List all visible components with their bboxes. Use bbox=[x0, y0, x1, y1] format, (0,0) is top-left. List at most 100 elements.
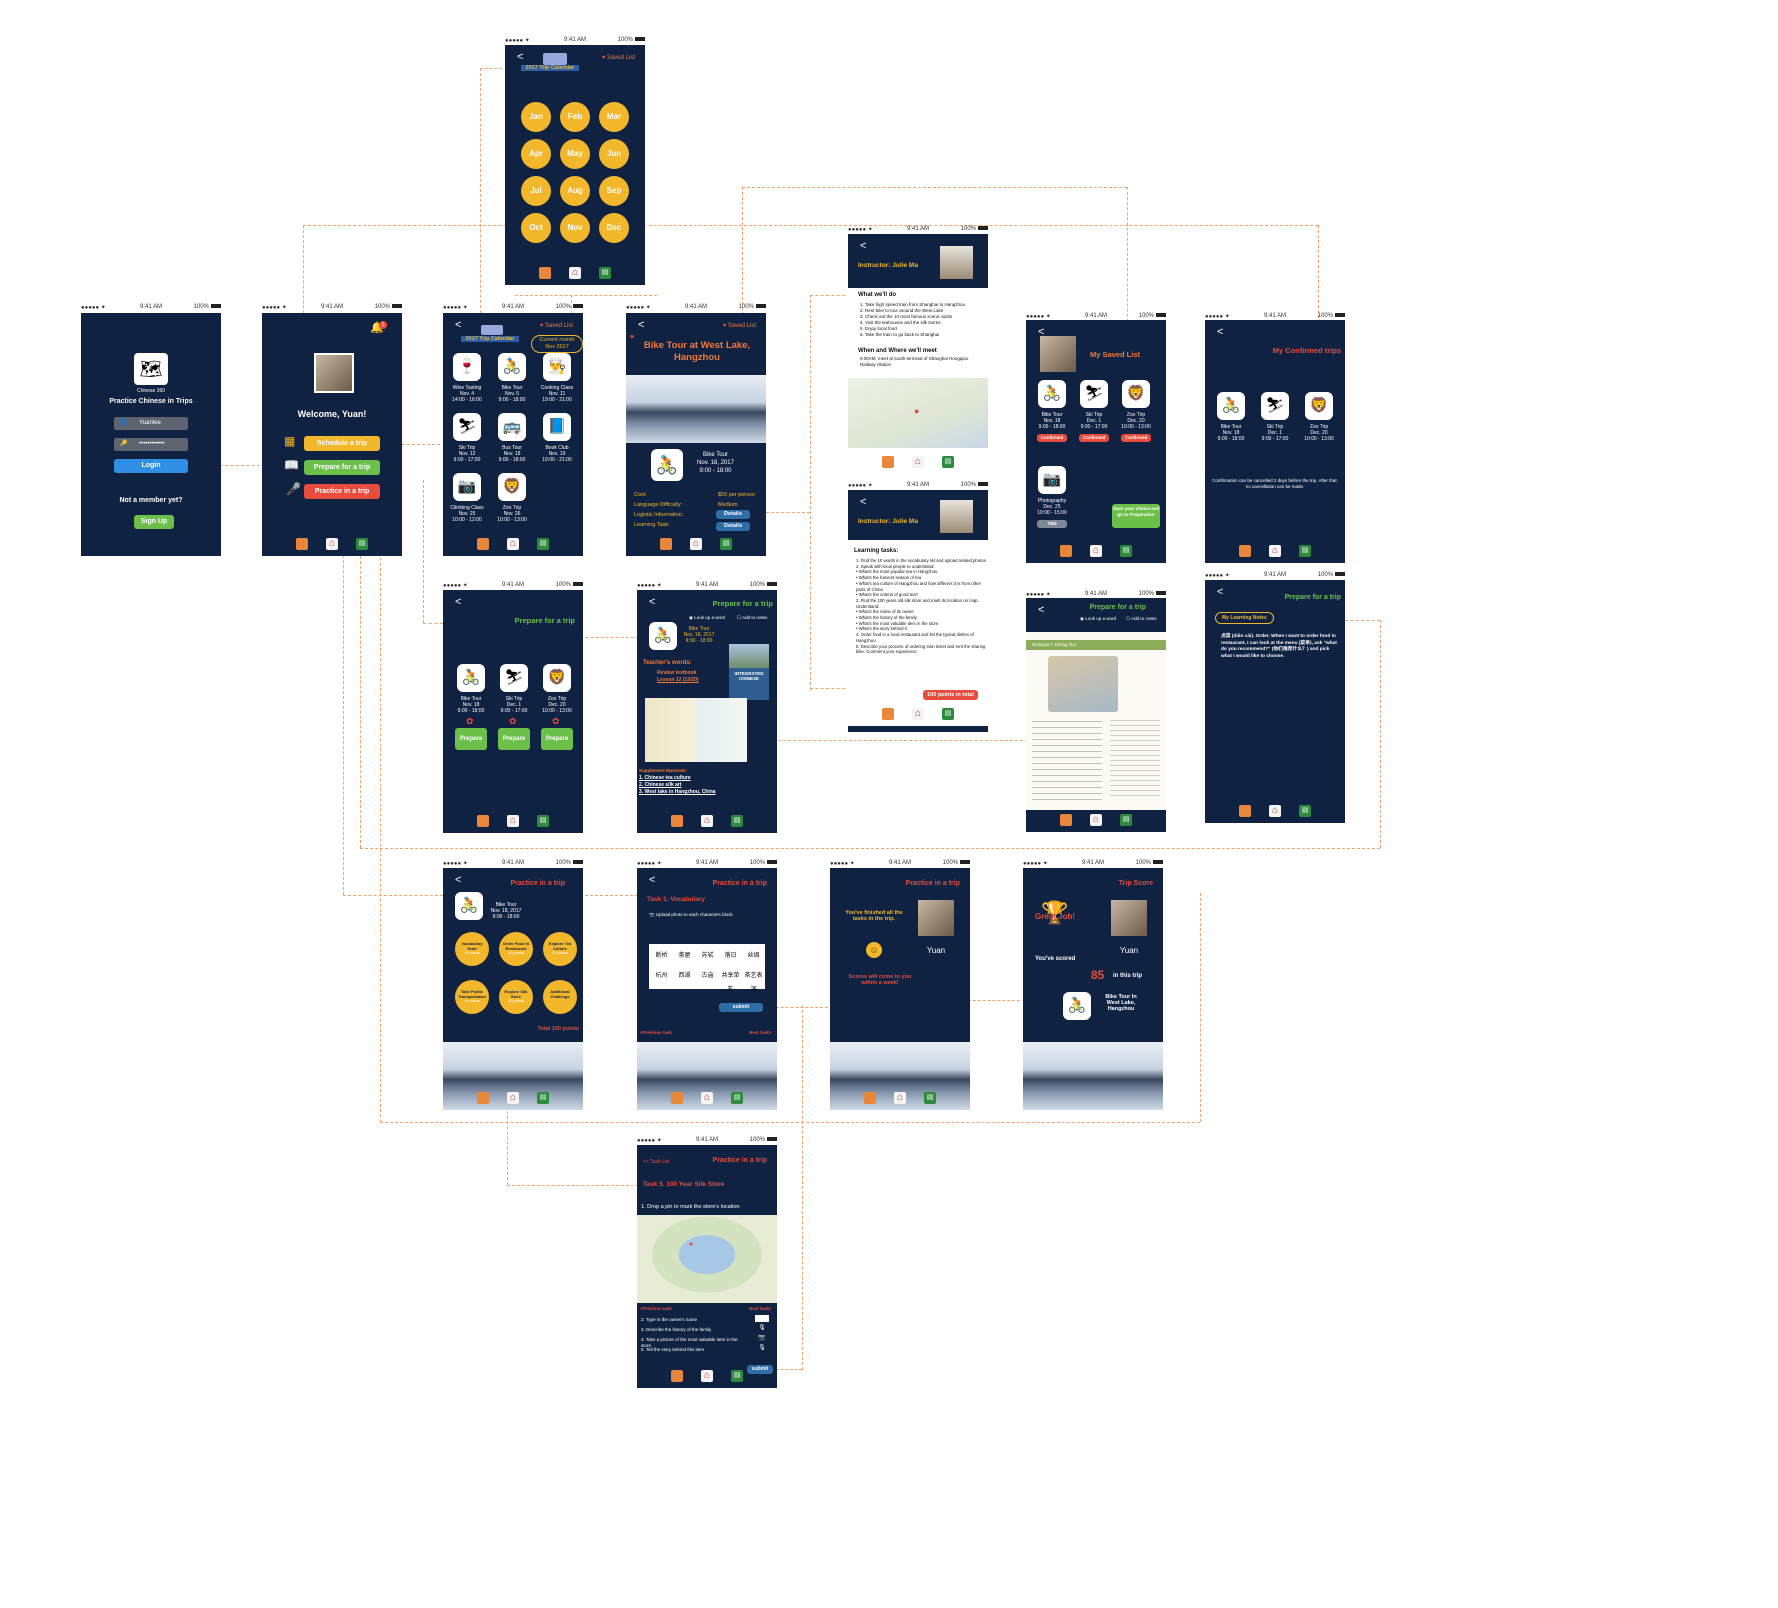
home-tab-icon[interactable]: ⌂ bbox=[569, 267, 581, 279]
owner-name-input[interactable] bbox=[755, 1315, 769, 1322]
month-button[interactable]: Mar bbox=[599, 102, 629, 132]
lookup-word-link[interactable]: ◉ Look up a word bbox=[1080, 616, 1116, 622]
month-button[interactable]: May bbox=[560, 139, 590, 169]
vocab-cell[interactable]: 断桥 bbox=[651, 949, 672, 963]
month-button[interactable]: Jul bbox=[521, 176, 551, 206]
home-tab-icon[interactable]: ⌂ bbox=[912, 708, 924, 720]
back-icon[interactable]: < bbox=[455, 874, 461, 886]
home-tab-icon[interactable]: ⌂ bbox=[912, 456, 924, 468]
mic-icon[interactable]: 🎙 bbox=[755, 1325, 769, 1332]
notes-tab-icon[interactable]: ▤ bbox=[1299, 545, 1311, 557]
prepare-button[interactable]: Prepare bbox=[498, 728, 530, 750]
trip-icon[interactable]: ⛷ bbox=[453, 413, 481, 441]
month-button[interactable]: Dec bbox=[599, 213, 629, 243]
back-icon[interactable]: < bbox=[638, 319, 644, 331]
month-button[interactable]: Nov bbox=[560, 213, 590, 243]
back-icon[interactable]: < bbox=[1217, 586, 1223, 598]
trip-icon[interactable]: 🚴 bbox=[1038, 380, 1066, 408]
home-tab-icon[interactable]: ⌂ bbox=[507, 815, 519, 827]
month-button[interactable]: Apr bbox=[521, 139, 551, 169]
status-badge[interactable]: TBD bbox=[1037, 520, 1067, 528]
trip-icon[interactable]: 🦁 bbox=[1305, 392, 1333, 420]
month-button[interactable]: Jan bbox=[521, 102, 551, 132]
home-tab-icon[interactable]: ⌂ bbox=[507, 1092, 519, 1104]
station-map[interactable]: ● bbox=[848, 378, 988, 448]
notes-tab-icon[interactable]: ▤ bbox=[720, 538, 732, 550]
trip-icon[interactable]: 👨‍🍳 bbox=[543, 353, 571, 381]
back-icon[interactable]: < bbox=[860, 240, 866, 252]
trip-icon[interactable]: 🦁 bbox=[498, 473, 526, 501]
status-badge[interactable]: Confirmed bbox=[1121, 434, 1151, 442]
notes-tab-icon[interactable]: ▤ bbox=[1120, 814, 1132, 826]
calendar-tab-icon[interactable] bbox=[882, 456, 894, 468]
home-tab-icon[interactable]: ⌂ bbox=[690, 538, 702, 550]
task-list-link[interactable]: << Task List bbox=[643, 1159, 670, 1165]
vocab-cell[interactable]: 西湖 bbox=[674, 969, 695, 983]
notes-tab-icon[interactable]: ▤ bbox=[731, 815, 743, 827]
textbook-cover[interactable]: INTEGRATED CHINESE bbox=[729, 644, 769, 700]
notes-tab-icon[interactable]: ▤ bbox=[356, 538, 368, 550]
notes-tab-icon[interactable]: ▤ bbox=[1299, 805, 1311, 817]
month-button[interactable]: Feb bbox=[560, 102, 590, 132]
calendar-tab-icon[interactable] bbox=[882, 708, 894, 720]
saved-list-link[interactable]: Saved List bbox=[607, 55, 635, 61]
trip-icon[interactable]: ⛷ bbox=[1080, 380, 1108, 408]
add-notes-link[interactable]: ☐ Add to notes bbox=[737, 615, 767, 621]
vocab-cell[interactable]: 苏轼 bbox=[697, 949, 718, 963]
signup-button[interactable]: Sign Up bbox=[134, 515, 174, 529]
calendar-tab-icon[interactable] bbox=[864, 1092, 876, 1104]
prepare-button[interactable]: Prepare bbox=[455, 728, 487, 750]
home-tab-icon[interactable]: ⌂ bbox=[701, 1092, 713, 1104]
password-field[interactable]: 🔑 •••••••••••• bbox=[114, 438, 188, 451]
back-icon[interactable]: < bbox=[649, 874, 655, 886]
trip-icon[interactable]: 📘 bbox=[543, 413, 571, 441]
status-badge[interactable]: Confirmed bbox=[1079, 434, 1109, 442]
username-field[interactable]: 👤 Yuanlee bbox=[114, 417, 188, 430]
textbook-page[interactable]: Dialogue I: Dining Out bbox=[1026, 632, 1166, 810]
saved-list-link[interactable]: Saved List bbox=[728, 323, 756, 329]
supplement-link[interactable]: 3. West lake in Hangzhou, China bbox=[639, 789, 775, 796]
trip-icon[interactable]: ⛷ bbox=[500, 664, 528, 692]
lesson-link[interactable]: Lesson 12 (13/20) bbox=[657, 677, 699, 683]
trip-icon[interactable]: 📷 bbox=[453, 473, 481, 501]
calendar-tab-icon[interactable] bbox=[477, 1092, 489, 1104]
save-choice-button[interactable]: Save your choice and go to Preparation bbox=[1112, 504, 1160, 528]
home-tab-icon[interactable]: ⌂ bbox=[507, 538, 519, 550]
city-map[interactable]: ● bbox=[637, 1215, 777, 1303]
month-button[interactable]: Sep bbox=[599, 176, 629, 206]
add-notes-link[interactable]: ☐ Add to notes bbox=[1126, 616, 1156, 622]
notes-tab-icon[interactable]: ▤ bbox=[942, 456, 954, 468]
calendar-tab-icon[interactable] bbox=[660, 538, 672, 550]
trip-icon[interactable]: 🍷 bbox=[453, 353, 481, 381]
back-icon[interactable]: < bbox=[517, 51, 523, 63]
practice-trip-button[interactable]: Practice in a trip bbox=[304, 484, 380, 499]
notes-tab-icon[interactable]: ▤ bbox=[942, 708, 954, 720]
notes-tab-icon[interactable]: ▤ bbox=[599, 267, 611, 279]
home-tab-icon[interactable]: ⌂ bbox=[1090, 545, 1102, 557]
task-circle[interactable]: Take Public Transportation 10 points bbox=[455, 980, 489, 1014]
trip-icon[interactable]: 🚴 bbox=[1217, 392, 1245, 420]
supplement-brochure[interactable] bbox=[645, 698, 747, 762]
trip-icon[interactable]: 📷 bbox=[1038, 466, 1066, 494]
home-tab-icon[interactable]: ⌂ bbox=[701, 1370, 713, 1382]
home-tab-icon[interactable]: ⌂ bbox=[701, 815, 713, 827]
calendar-tab-icon[interactable] bbox=[296, 538, 308, 550]
back-icon[interactable]: < bbox=[860, 496, 866, 508]
login-button[interactable]: Login bbox=[114, 459, 188, 473]
task-details-button[interactable]: Details bbox=[716, 522, 750, 531]
logistic-details-button[interactable]: Details bbox=[716, 510, 750, 519]
trip-icon[interactable]: 🚴 bbox=[498, 353, 526, 381]
back-icon[interactable]: < bbox=[455, 319, 461, 331]
lookup-word-link[interactable]: ◉ Look up a word bbox=[689, 615, 725, 621]
home-tab-icon[interactable]: ⌂ bbox=[1090, 814, 1102, 826]
back-icon[interactable]: < bbox=[1217, 326, 1223, 338]
notes-tab-icon[interactable]: ▤ bbox=[731, 1370, 743, 1382]
vocab-cell[interactable]: 茶艺表演 bbox=[743, 969, 764, 993]
home-tab-icon[interactable]: ⌂ bbox=[1269, 805, 1281, 817]
task-circle[interactable]: Vocabulary Hunt 10 points bbox=[455, 932, 489, 966]
calendar-tab-icon[interactable] bbox=[477, 815, 489, 827]
month-button[interactable]: Oct bbox=[521, 213, 551, 243]
prepare-button[interactable]: Prepare bbox=[541, 728, 573, 750]
notes-tab-icon[interactable]: ▤ bbox=[1120, 545, 1132, 557]
calendar-tab-icon[interactable] bbox=[671, 1370, 683, 1382]
